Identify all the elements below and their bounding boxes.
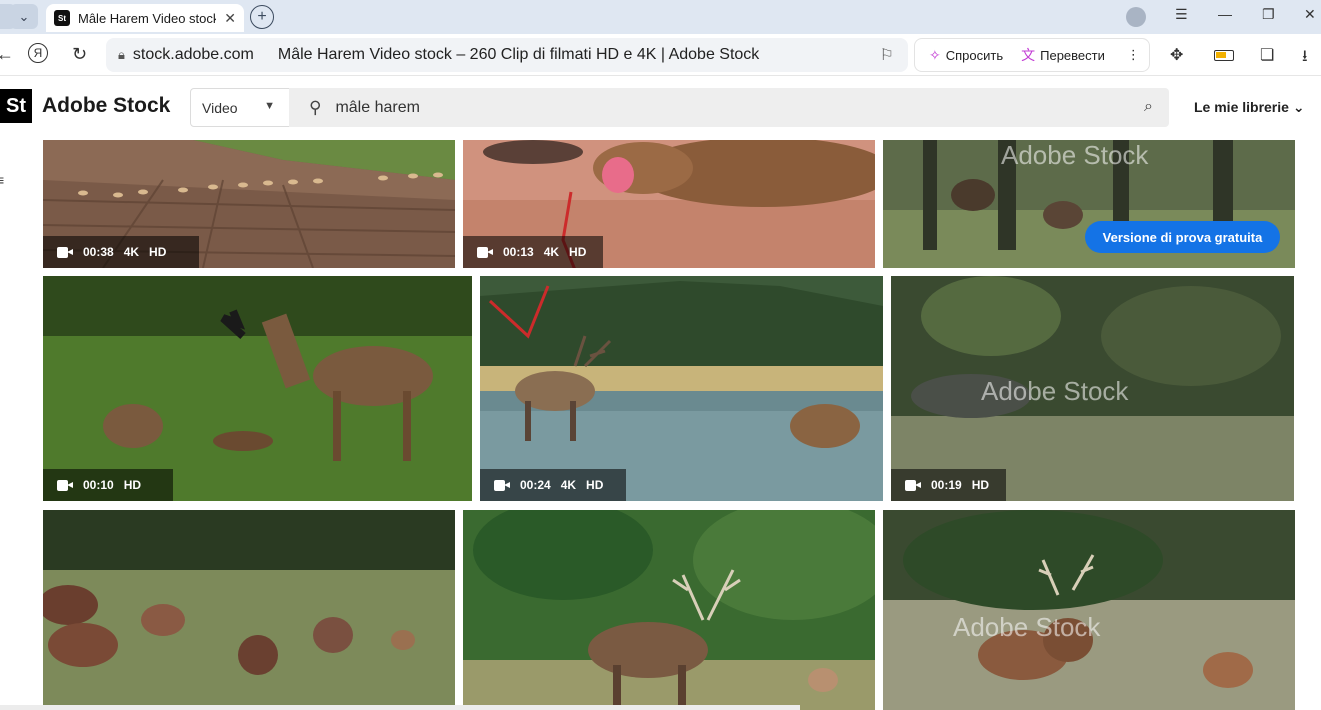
profile-avatar-icon[interactable] bbox=[1126, 7, 1146, 27]
content-type-value: Video bbox=[202, 99, 238, 116]
resolution-badge: HD bbox=[149, 245, 167, 259]
translate-button[interactable]: 文 Перевести bbox=[1015, 45, 1111, 65]
video-result-tile[interactable]: 00:10 HD bbox=[43, 276, 472, 501]
window-close-icon[interactable]: ✕ bbox=[1304, 6, 1316, 23]
tab-adobe-stock[interactable]: St Mâle Harem Video stock ✕ bbox=[46, 4, 244, 32]
video-thumbnail bbox=[43, 510, 455, 710]
video-result-tile[interactable]: Adobe Stock 00:19 HD bbox=[891, 276, 1294, 501]
ask-label: Спросить bbox=[945, 47, 1004, 63]
adobe-stock-watermark: Adobe Stock bbox=[953, 612, 1101, 642]
video-meta-bar: 00:10 HD bbox=[43, 469, 173, 501]
video-camera-icon bbox=[905, 479, 921, 491]
bookmark-icon[interactable]: ⚐ bbox=[880, 45, 894, 65]
extensions-puzzle-icon[interactable]: ✥ bbox=[1170, 45, 1183, 65]
minimize-icon[interactable]: — bbox=[1218, 6, 1232, 22]
resolution-badge: 4K bbox=[543, 245, 560, 259]
left-filter-rail: ≡ · bbox=[0, 140, 10, 710]
video-duration: 00:24 bbox=[520, 478, 551, 492]
reload-icon[interactable]: ↻ bbox=[72, 44, 87, 65]
collections-icon[interactable]: ❏ bbox=[1260, 45, 1274, 65]
lock-icon: 🔒︎ bbox=[118, 47, 125, 62]
url-domain: stock.adobe.com bbox=[132, 46, 254, 63]
video-meta-bar: 00:38 4K HD bbox=[43, 236, 199, 268]
video-camera-icon bbox=[57, 246, 73, 258]
resolution-badge: 4K bbox=[560, 478, 577, 492]
ask-sparkle-icon: ✧ bbox=[929, 46, 941, 63]
adobe-stock-logo[interactable]: St bbox=[0, 89, 32, 123]
video-result-tile[interactable]: 00:13 4K HD bbox=[463, 140, 875, 268]
filter-rail-icon[interactable]: · bbox=[0, 220, 1, 236]
chevron-down-icon: ▼ bbox=[264, 100, 275, 112]
video-result-tile[interactable]: Adobe Stock bbox=[883, 510, 1295, 710]
translate-icon: 文 bbox=[1021, 47, 1036, 63]
more-options-icon[interactable]: ⋮ bbox=[1121, 47, 1146, 63]
new-tab-plus-icon[interactable]: + bbox=[250, 5, 274, 29]
ai-actions-group: ✧ Спросить 文 Перевести ⋮ bbox=[914, 38, 1150, 72]
video-meta-bar: 00:13 4K HD bbox=[463, 236, 603, 268]
video-meta-bar: 00:24 4K HD bbox=[480, 469, 626, 501]
free-trial-button[interactable]: Versione di prova gratuita bbox=[1085, 221, 1280, 253]
downloads-icon[interactable]: ⭳ bbox=[1302, 45, 1308, 72]
restore-icon[interactable]: ❐ bbox=[1262, 6, 1275, 23]
battery-icon[interactable] bbox=[1214, 50, 1234, 61]
video-meta-bar: 00:19 HD bbox=[891, 469, 1006, 501]
video-thumbnail bbox=[480, 276, 883, 501]
my-libraries-menu[interactable]: Le mie librerie ⌄ bbox=[1194, 99, 1305, 116]
filter-rail-icon[interactable]: ≡ bbox=[0, 172, 4, 188]
video-result-tile[interactable]: 00:38 4K HD bbox=[43, 140, 455, 268]
libraries-label: Le mie librerie bbox=[1194, 99, 1289, 115]
search-icon: ⚲ bbox=[309, 97, 322, 117]
visual-search-icon[interactable]: ⌕ bbox=[1144, 98, 1153, 116]
video-result-tile[interactable]: 00:24 4K HD bbox=[480, 276, 883, 501]
site-header: St Adobe Stock Video ▼ ⚲ mâle harem ⌕ Le… bbox=[0, 77, 1321, 139]
video-thumbnail bbox=[883, 510, 1295, 710]
content-type-select[interactable]: Video ▼ bbox=[190, 88, 290, 127]
adobe-stock-watermark: Adobe Stock bbox=[1001, 140, 1149, 170]
tab-close-icon[interactable]: ✕ bbox=[224, 10, 236, 27]
resolution-badge: HD bbox=[971, 478, 990, 492]
adobe-stock-favicon-icon: St bbox=[54, 10, 70, 26]
video-thumbnail bbox=[463, 510, 875, 710]
tab-title: Mâle Harem Video stock bbox=[78, 10, 216, 26]
video-duration: 00:19 bbox=[931, 478, 962, 492]
address-bar[interactable]: 🔒︎ stock.adobe.com Mâle Harem Video stoc… bbox=[106, 38, 908, 72]
tab-list-chevron-down-icon[interactable]: ⌄ bbox=[10, 4, 38, 29]
adobe-stock-watermark: Adobe Stock bbox=[981, 376, 1129, 406]
video-duration: 00:13 bbox=[503, 245, 534, 259]
video-camera-icon bbox=[477, 246, 493, 258]
resolution-badge: HD bbox=[123, 478, 142, 492]
url-page-title: Mâle Harem Video stock – 260 Clip di fil… bbox=[277, 46, 760, 63]
video-camera-icon bbox=[494, 479, 510, 491]
resolution-badge: HD bbox=[586, 478, 604, 492]
search-input[interactable]: ⚲ mâle harem ⌕ bbox=[289, 88, 1169, 127]
video-thumbnail bbox=[43, 276, 472, 501]
ask-button[interactable]: ✧ Спросить bbox=[923, 47, 1009, 64]
browser-toolbar: ← Я ↻ 🔒︎ stock.adobe.com Mâle Harem Vide… bbox=[0, 34, 1321, 76]
video-result-tile[interactable] bbox=[463, 510, 875, 710]
browser-tab-strip: ⌄ St Mâle Harem Video stock ✕ + ☰ — ❐ ✕ bbox=[0, 0, 1321, 34]
browser-menu-icon[interactable]: ☰ bbox=[1175, 6, 1188, 23]
back-arrow-icon[interactable]: ← bbox=[0, 44, 14, 65]
video-duration: 00:10 bbox=[83, 478, 114, 492]
search-query: mâle harem bbox=[335, 98, 420, 116]
video-duration: 00:38 bbox=[83, 245, 114, 259]
translate-label: Перевести bbox=[1040, 47, 1105, 63]
horizontal-scrollbar[interactable] bbox=[0, 705, 800, 710]
chevron-down-icon: ⌄ bbox=[1292, 99, 1305, 115]
video-result-tile[interactable] bbox=[43, 510, 455, 710]
yandex-icon[interactable]: Я bbox=[28, 43, 48, 63]
brand-name[interactable]: Adobe Stock bbox=[42, 94, 170, 118]
resolution-badge: HD bbox=[569, 245, 587, 259]
resolution-badge: 4K bbox=[123, 245, 140, 259]
video-camera-icon bbox=[57, 479, 73, 491]
